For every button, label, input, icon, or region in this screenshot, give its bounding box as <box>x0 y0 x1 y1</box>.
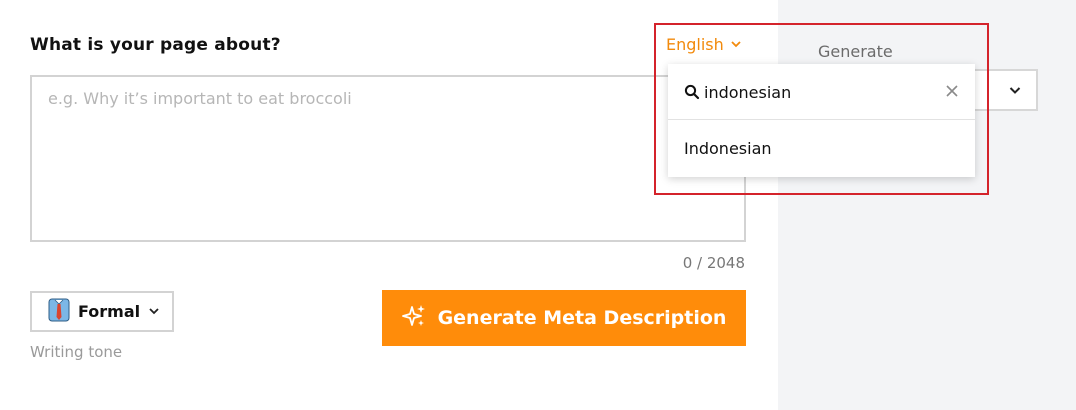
chevron-down-icon <box>148 302 160 321</box>
generate-button-label: Generate Meta Description <box>437 307 727 329</box>
language-dropdown: Indonesian <box>668 64 975 177</box>
search-icon <box>684 84 700 104</box>
writing-tone-label: Formal <box>78 302 141 321</box>
chevron-down-icon <box>730 35 742 54</box>
language-selector[interactable]: English <box>666 35 742 54</box>
generate-meta-description-button[interactable]: Generate Meta Description <box>382 290 746 346</box>
language-selected-label: English <box>666 35 724 54</box>
writing-tone-hint: Writing tone <box>30 343 123 361</box>
page-question-label: What is your page about? <box>30 35 281 55</box>
sparkles-icon <box>401 304 426 333</box>
page-topic-textarea[interactable] <box>30 75 746 242</box>
side-panel-label: Generate <box>818 42 893 61</box>
language-option-indonesian[interactable]: Indonesian <box>668 121 975 177</box>
language-search-input[interactable] <box>704 79 924 105</box>
chevron-down-icon <box>1008 82 1022 101</box>
close-icon[interactable] <box>945 83 959 102</box>
side-panel <box>778 0 1076 410</box>
necktie-icon <box>48 298 70 326</box>
writing-tone-dropdown[interactable]: Formal <box>30 291 174 332</box>
page: Generate What is your page about? Englis… <box>0 0 1076 410</box>
character-counter: 0 / 2048 <box>682 254 745 272</box>
language-search-row <box>668 64 975 120</box>
